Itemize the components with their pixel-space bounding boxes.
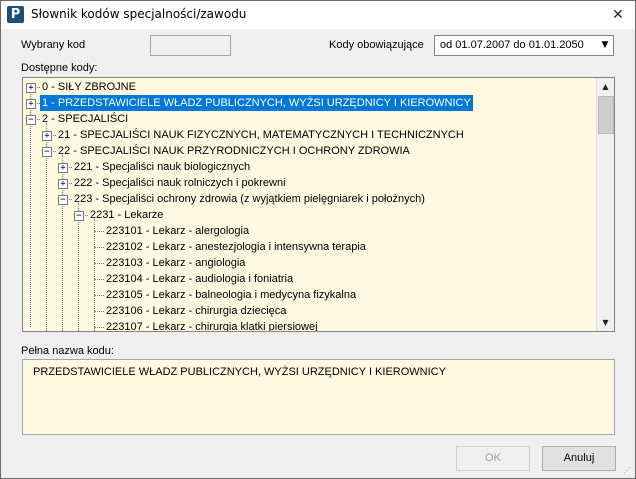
expand-icon[interactable]: + (58, 179, 68, 189)
tree-node-label: 223104 - Lekarz - audiologia i foniatria (106, 273, 294, 285)
window-title: Słownik kodów specjalności/zawodu (31, 7, 247, 21)
tree-node[interactable]: +21 - SPECJALIŚCI NAUK FIZYCZNYCH, MATEM… (23, 127, 595, 143)
expand-icon[interactable]: + (26, 99, 36, 109)
tree-node-label: 223105 - Lekarz - balneologia i medycyna… (106, 289, 357, 301)
tree-node-label: 223 - Specjaliści ochrony zdrowia (z wyj… (74, 193, 425, 205)
tree-node-label: 221 - Specjaliści nauk biologicznych (74, 161, 251, 173)
collapse-icon[interactable]: − (26, 115, 36, 125)
tree-node[interactable]: 223107 - Lekarz - chirurgia klatki piers… (23, 319, 595, 332)
close-icon[interactable]: ✕ (601, 1, 635, 29)
tree-node[interactable]: +1 - PRZEDSTAWICIELE WŁADZ PUBLICZNYCH, … (23, 95, 595, 111)
tree-node-label: 223107 - Lekarz - chirurgia klatki piers… (106, 321, 318, 332)
expand-icon[interactable]: + (26, 83, 36, 93)
tree-node-label: 2231 - Lekarze (90, 209, 164, 221)
collapse-icon[interactable]: − (42, 147, 52, 157)
resize-grip-icon[interactable]: ⋰ (623, 466, 633, 476)
expand-icon[interactable]: + (42, 131, 52, 141)
tree-node[interactable]: +221 - Specjaliści nauk biologicznych (23, 159, 595, 175)
tree-node-label: 0 - SIŁY ZBROJNE (42, 81, 136, 93)
tree-node[interactable]: −223 - Specjaliści ochrony zdrowia (z wy… (23, 191, 595, 207)
tree-node-label: 223102 - Lekarz - anestezjologia i inten… (106, 241, 366, 253)
ok-button[interactable]: OK (456, 446, 530, 471)
tree-node[interactable]: 223101 - Lekarz - alergologia (23, 223, 595, 239)
tree-node[interactable]: 223103 - Lekarz - angiologia (23, 255, 595, 271)
selected-code-label: Wybrany kod (21, 39, 86, 51)
valid-codes-label: Kody obowiązujące (329, 39, 424, 51)
tree-node-label: 1 - PRZEDSTAWICIELE WŁADZ PUBLICZNYCH, W… (40, 95, 473, 111)
tree-node[interactable]: +0 - SIŁY ZBROJNE (23, 79, 595, 95)
full-name-label: Pełna nazwa kodu: (21, 345, 114, 357)
tree-scrollbar[interactable]: ▲ ▼ (596, 78, 614, 331)
available-codes-label: Dostępne kody: (21, 62, 98, 74)
collapse-icon[interactable]: − (74, 211, 84, 221)
valid-codes-select[interactable]: od 01.07.2007 do 01.01.2050 ▼ (434, 35, 614, 56)
collapse-icon[interactable]: − (58, 195, 68, 205)
tree-node-label: 223106 - Lekarz - chirurgia dziecięca (106, 305, 287, 317)
tree-node-label: 223103 - Lekarz - angiologia (106, 257, 246, 269)
scroll-thumb[interactable] (598, 96, 614, 134)
tree-node[interactable]: −2 - SPECJALIŚCI (23, 111, 595, 127)
tree-node[interactable]: −2231 - Lekarze (23, 207, 595, 223)
tree-node-label: 2 - SPECJALIŚCI (42, 113, 129, 125)
tree-node[interactable]: 223105 - Lekarz - balneologia i medycyna… (23, 287, 595, 303)
scroll-up-icon[interactable]: ▲ (597, 78, 614, 95)
full-name-value: PRZEDSTAWICIELE WŁADZ PUBLICZNYCH, WYŻSI… (33, 366, 446, 378)
app-icon: P (7, 6, 24, 23)
dialog-window: P Słownik kodów specjalności/zawodu ✕ Wy… (0, 0, 636, 479)
tree-node-label: 223101 - Lekarz - alergologia (106, 225, 250, 237)
tree-node[interactable]: 223104 - Lekarz - audiologia i foniatria (23, 271, 595, 287)
tree-node[interactable]: 223102 - Lekarz - anestezjologia i inten… (23, 239, 595, 255)
tree-node[interactable]: −22 - SPECJALIŚCI NAUK PRZYRODNICZYCH I … (23, 143, 595, 159)
codes-tree[interactable]: +0 - SIŁY ZBROJNE +1 - PRZEDSTAWICIELE WŁ… (22, 77, 615, 332)
tree-node-label: 22 - SPECJALIŚCI NAUK PRZYRODNICZYCH I O… (58, 145, 410, 157)
tree-node[interactable]: +222 - Specjaliści nauk rolniczych i pok… (23, 175, 595, 191)
expand-icon[interactable]: + (58, 163, 68, 173)
tree-node[interactable]: 223106 - Lekarz - chirurgia dziecięca (23, 303, 595, 319)
selected-code-field (150, 35, 231, 56)
full-name-box: PRZEDSTAWICIELE WŁADZ PUBLICZNYCH, WYŻSI… (22, 359, 615, 435)
valid-codes-value: od 01.07.2007 do 01.01.2050 (440, 39, 584, 51)
cancel-button[interactable]: Anuluj (542, 446, 616, 471)
tree-node-label: 222 - Specjaliści nauk rolniczych i pokr… (74, 177, 286, 189)
title-bar[interactable]: P Słownik kodów specjalności/zawodu ✕ (1, 1, 635, 29)
chevron-down-icon[interactable]: ▼ (597, 36, 613, 55)
tree-node-label: 21 - SPECJALIŚCI NAUK FIZYCZNYCH, MATEMA… (58, 129, 464, 141)
scroll-down-icon[interactable]: ▼ (597, 314, 614, 331)
